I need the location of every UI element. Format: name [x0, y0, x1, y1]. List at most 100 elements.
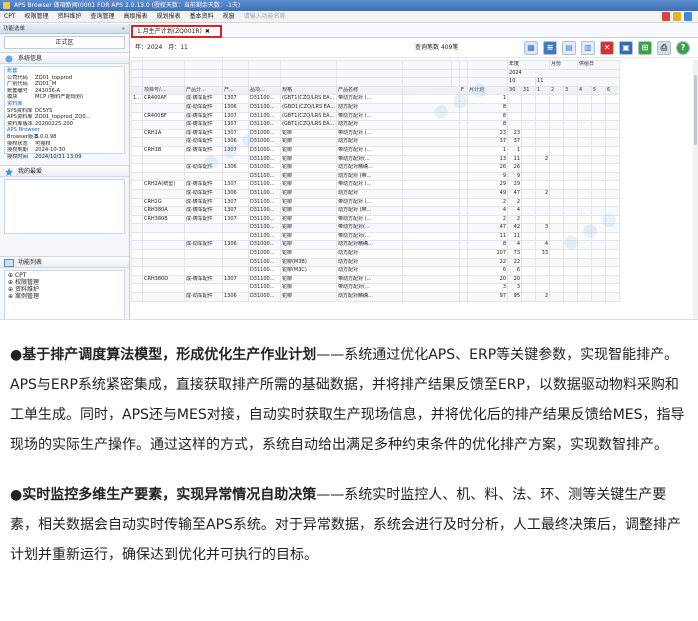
table-cell[interactable]	[402, 283, 461, 294]
table-cell[interactable]: 铊柳	[279, 292, 338, 302]
table-cell[interactable]: D31100...	[247, 266, 281, 276]
table-cell[interactable]	[535, 137, 551, 147]
table-row[interactable]: CRH380B 成-铸车配件 1307 D31100... 铊柳 带动方配对 (... 2 2	[131, 214, 621, 225]
table-cell[interactable]: 37	[467, 137, 509, 147]
table-cell[interactable]	[131, 231, 143, 242]
table-cell[interactable]	[459, 188, 469, 199]
table-cell[interactable]: 20	[467, 274, 509, 285]
table-cell[interactable]	[521, 120, 537, 130]
table-cell[interactable]: 成-铸车配件	[183, 94, 223, 104]
table-cell[interactable]	[459, 266, 469, 276]
table-cell[interactable]	[131, 240, 143, 251]
table-cell[interactable]	[591, 266, 607, 276]
table-cell[interactable]	[521, 223, 537, 233]
table-cell[interactable]	[577, 154, 593, 165]
table-cell[interactable]	[221, 154, 249, 165]
table-cell[interactable]	[563, 274, 579, 285]
table-cell[interactable]: 带动方配对 (...	[336, 94, 404, 104]
table-cell[interactable]: 动方配对精确...	[336, 163, 404, 173]
table-cell[interactable]: 铊柳	[279, 283, 338, 294]
table-cell[interactable]	[591, 283, 607, 294]
table-cell[interactable]	[141, 188, 185, 199]
table-cell[interactable]	[131, 223, 143, 233]
table-cell[interactable]	[605, 180, 621, 190]
table-cell[interactable]	[605, 188, 621, 199]
table-cell[interactable]: 9	[467, 171, 509, 182]
table-cell[interactable]	[535, 266, 551, 276]
grid-header-cell[interactable]	[402, 68, 453, 79]
table-cell[interactable]	[605, 240, 621, 251]
table-cell[interactable]: 动方配对	[336, 266, 404, 276]
table-cell[interactable]: 1307	[221, 214, 249, 225]
table-cell[interactable]	[141, 266, 185, 276]
table-cell[interactable]	[591, 128, 607, 139]
table-cell[interactable]	[577, 188, 593, 199]
table-cell[interactable]	[183, 249, 223, 259]
table-cell[interactable]	[563, 231, 579, 242]
table-cell[interactable]	[577, 120, 593, 130]
table-cell[interactable]	[535, 111, 551, 122]
table-cell[interactable]	[563, 214, 579, 225]
table-cell[interactable]	[459, 145, 469, 156]
table-cell[interactable]	[605, 206, 621, 216]
table-cell[interactable]: 铊柳	[279, 171, 338, 182]
table-cell[interactable]: 动方配对精确...	[336, 240, 404, 251]
table-cell[interactable]	[131, 120, 143, 130]
table-cell[interactable]	[577, 180, 593, 190]
table-cell[interactable]: 2	[467, 214, 509, 225]
table-cell[interactable]	[402, 274, 461, 285]
table-cell[interactable]	[563, 206, 579, 216]
table-cell[interactable]	[183, 171, 223, 182]
table-cell[interactable]	[183, 223, 223, 233]
grid-header-cell[interactable]	[131, 60, 143, 70]
table-cell[interactable]: 铊柳	[279, 188, 338, 199]
table-cell[interactable]	[605, 249, 621, 259]
table-cell[interactable]	[577, 145, 593, 156]
table-cell[interactable]	[141, 240, 185, 251]
table-cell[interactable]	[459, 137, 469, 147]
query-icon[interactable]: ▦	[524, 41, 538, 55]
table-cell[interactable]: 13	[467, 154, 509, 165]
table-cell[interactable]: 铊柳	[279, 249, 338, 259]
table-cell[interactable]	[402, 231, 461, 242]
table-cell[interactable]	[591, 145, 607, 156]
table-cell[interactable]	[521, 102, 537, 113]
table-cell[interactable]	[131, 137, 143, 147]
table-row[interactable]: D31100... 铊柳 带动方配对(... 47 42 3	[131, 223, 621, 233]
table-cell[interactable]	[605, 111, 621, 122]
table-row[interactable]: D31100... 铊柳(M3C) 动方配对 6 6	[131, 266, 621, 276]
table-cell[interactable]: 23	[507, 128, 523, 139]
table-cell[interactable]	[563, 163, 579, 173]
table-cell[interactable]	[535, 171, 551, 182]
grid-header-cell[interactable]	[141, 77, 185, 87]
table-cell[interactable]	[521, 111, 537, 122]
table-cell[interactable]: D31100...	[247, 154, 281, 165]
table-cell[interactable]: 1307	[221, 111, 249, 122]
table-cell[interactable]	[183, 257, 223, 268]
table-cell[interactable]: D31100...	[247, 111, 281, 122]
table-cell[interactable]	[521, 214, 537, 225]
table-cell[interactable]	[549, 249, 565, 259]
table-cell[interactable]	[521, 266, 537, 276]
table-cell[interactable]	[459, 206, 469, 216]
table-cell[interactable]	[402, 266, 461, 276]
table-cell[interactable]: 成-铸车配件	[183, 111, 223, 122]
table-cell[interactable]	[605, 257, 621, 268]
table-cell[interactable]	[563, 283, 579, 294]
table-cell[interactable]: 1307	[221, 197, 249, 208]
table-cell[interactable]	[521, 206, 537, 216]
table-cell[interactable]	[535, 214, 551, 225]
table-cell[interactable]: 动方配对	[336, 249, 404, 259]
menu-basic-data[interactable]: 基本资料	[190, 11, 214, 22]
column-header[interactable]: 产品名称	[336, 85, 404, 96]
table-cell[interactable]: D31100...	[247, 180, 281, 190]
table-cell[interactable]	[577, 292, 593, 302]
table-cell[interactable]: 铊柳	[279, 128, 338, 139]
table-cell[interactable]: 4	[535, 240, 551, 251]
table-cell[interactable]	[577, 274, 593, 285]
table-cell[interactable]: 铊柳	[279, 240, 338, 251]
table-cell[interactable]	[507, 111, 523, 122]
grid-header-cell[interactable]	[459, 77, 469, 87]
table-cell[interactable]	[549, 180, 565, 190]
table-cell[interactable]: 11	[507, 231, 523, 242]
